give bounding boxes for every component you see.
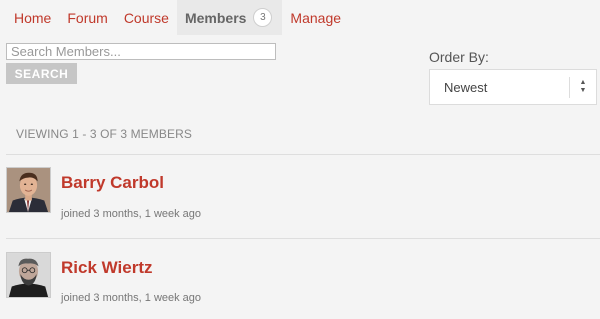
member-joined: joined 3 months, 1 week ago — [61, 292, 202, 304]
avatar-rick-image — [7, 253, 50, 297]
members-count-badge: 3 — [253, 8, 273, 27]
member-name[interactable]: Barry Carbol — [61, 173, 164, 193]
member-avatar[interactable] — [6, 167, 51, 213]
avatar-barry-image — [7, 168, 50, 212]
main-nav: Home Forum Course Members 3 Manage — [0, 0, 349, 35]
nav-forum[interactable]: Forum — [59, 0, 115, 35]
order-by-label: Order By: — [429, 49, 489, 65]
nav-manage[interactable]: Manage — [282, 0, 349, 35]
nav-home[interactable]: Home — [0, 0, 59, 35]
members-viewing-count: VIEWING 1 - 3 OF 3 MEMBERS — [16, 127, 192, 141]
search-button[interactable]: SEARCH — [6, 63, 77, 84]
search-members-input[interactable] — [6, 43, 276, 60]
order-by-select[interactable]: Newest ▲ ▼ — [429, 69, 597, 105]
nav-members-label: Members — [184, 9, 247, 26]
member-joined: joined 3 months, 1 week ago — [61, 208, 202, 220]
nav-members[interactable]: Members 3 — [176, 0, 283, 35]
divider — [6, 154, 600, 155]
select-arrows-icon: ▲ ▼ — [579, 79, 587, 94]
select-divider — [569, 77, 570, 98]
member-avatar[interactable] — [6, 252, 51, 298]
divider — [6, 238, 600, 239]
nav-course[interactable]: Course — [116, 0, 177, 35]
order-by-value: Newest — [444, 80, 488, 95]
member-name[interactable]: Rick Wiertz — [61, 258, 152, 278]
